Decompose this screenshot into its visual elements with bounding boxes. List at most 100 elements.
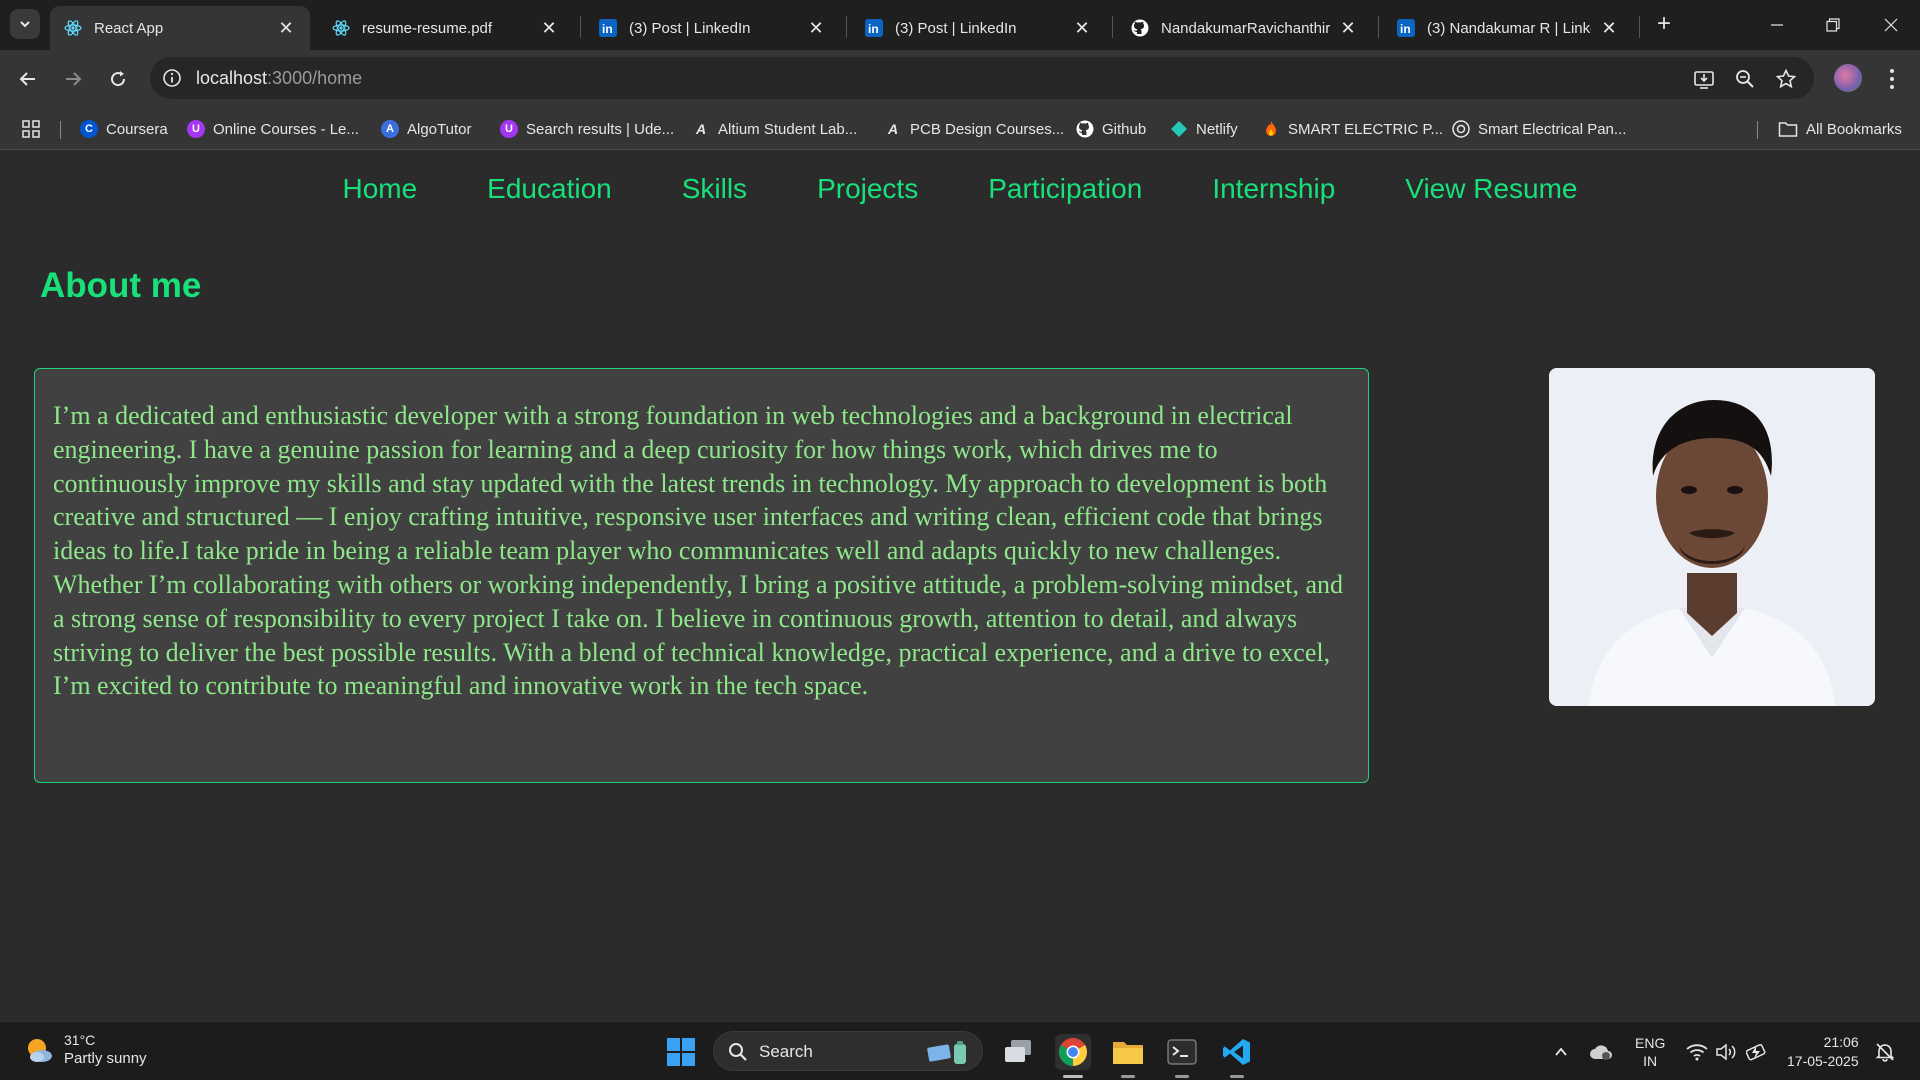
bookmarks-bar: C Coursera U Online Courses - Le... A Al… bbox=[0, 108, 1920, 150]
new-tab-button[interactable]: + bbox=[1652, 12, 1676, 36]
bookmark-algotutor[interactable]: A AlgoTutor bbox=[381, 116, 471, 142]
tab-close-icon[interactable]: ✕ bbox=[1599, 18, 1619, 38]
address-bar[interactable]: localhost:3000/home bbox=[150, 57, 1814, 99]
tab-search-button[interactable] bbox=[10, 9, 40, 39]
bookmark-label: Github bbox=[1102, 120, 1147, 138]
weather-temperature: 31°C bbox=[64, 1032, 96, 1048]
task-view-icon[interactable] bbox=[1000, 1034, 1036, 1070]
tab-react-app[interactable]: React App ✕ bbox=[50, 6, 310, 50]
bookmark-pcb-design[interactable]: A PCB Design Courses... bbox=[884, 116, 1064, 142]
bookmark-github[interactable]: Github bbox=[1076, 116, 1146, 142]
bookmarks-divider bbox=[1757, 121, 1758, 139]
profile-photo bbox=[1549, 368, 1875, 706]
tab-title: (3) Post | LinkedIn bbox=[629, 19, 751, 37]
tab-close-icon[interactable]: ✕ bbox=[1338, 18, 1358, 38]
reload-button[interactable] bbox=[103, 64, 133, 94]
nav-internship-link[interactable]: Internship bbox=[1212, 173, 1335, 205]
url-path: :3000/home bbox=[267, 68, 363, 88]
tab-title: React App bbox=[94, 19, 164, 37]
minimize-icon[interactable] bbox=[1762, 10, 1792, 40]
clock-date: 17-05-2025 bbox=[1787, 1052, 1859, 1069]
zoom-icon[interactable] bbox=[1733, 67, 1757, 91]
bookmark-coursera[interactable]: C Coursera bbox=[80, 116, 168, 142]
bookmark-label: Altium Student Lab... bbox=[718, 120, 858, 138]
search-highlight-icon bbox=[927, 1041, 966, 1064]
about-paragraph: I’m a dedicated and enthusiastic develop… bbox=[53, 401, 1344, 701]
bookmark-smart-electrical-panel[interactable]: Smart Electrical Pan... bbox=[1452, 116, 1626, 142]
browser-menu-icon[interactable] bbox=[1880, 64, 1904, 94]
bookmark-altium-lab[interactable]: A Altium Student Lab... bbox=[692, 116, 857, 142]
notification-bell-icon[interactable] bbox=[1875, 1022, 1895, 1080]
bookmark-label: AlgoTutor bbox=[407, 120, 472, 138]
tab-close-icon[interactable]: ✕ bbox=[539, 18, 559, 38]
react-icon bbox=[64, 19, 82, 37]
bookmark-online-courses[interactable]: U Online Courses - Le... bbox=[187, 116, 359, 142]
chrome-taskbar-icon[interactable] bbox=[1055, 1034, 1091, 1078]
onedrive-cloud-icon[interactable] bbox=[1589, 1022, 1613, 1080]
chatgpt-icon bbox=[1452, 120, 1470, 138]
all-bookmarks-label: All Bookmarks bbox=[1806, 120, 1902, 138]
file-explorer-icon[interactable] bbox=[1110, 1034, 1146, 1078]
flame-icon bbox=[1262, 120, 1280, 138]
bookmark-netlify[interactable]: Netlify bbox=[1170, 116, 1238, 142]
tab-title: (3) Post | LinkedIn bbox=[895, 19, 1017, 37]
about-heading: About me bbox=[40, 266, 202, 305]
nav-home-link[interactable]: Home bbox=[342, 173, 417, 205]
running-indicator bbox=[1063, 1075, 1083, 1078]
tab-close-icon[interactable]: ✕ bbox=[806, 18, 826, 38]
bookmark-star-icon[interactable] bbox=[1774, 67, 1798, 91]
nav-projects-link[interactable]: Projects bbox=[817, 173, 918, 205]
language-region: IN bbox=[1643, 1052, 1658, 1069]
tab-resume-pdf[interactable]: resume-resume.pdf ✕ bbox=[318, 6, 573, 50]
show-hidden-icons-chevron-icon[interactable] bbox=[1553, 1022, 1569, 1080]
partly-sunny-icon bbox=[24, 1035, 54, 1065]
tab-close-icon[interactable]: ✕ bbox=[276, 18, 296, 38]
tab-github[interactable]: NandakumarRavichanthiran ✕ bbox=[1117, 6, 1372, 50]
url-text[interactable]: localhost:3000/home bbox=[196, 68, 362, 89]
bookmark-smart-electric[interactable]: SMART ELECTRIC P... bbox=[1262, 116, 1443, 142]
close-window-icon[interactable] bbox=[1876, 10, 1906, 40]
linkedin-icon: in bbox=[599, 19, 617, 37]
taskbar-search[interactable]: Search bbox=[713, 1031, 983, 1071]
tab-linkedin-post-1[interactable]: in (3) Post | LinkedIn ✕ bbox=[585, 6, 840, 50]
wifi-icon[interactable] bbox=[1686, 1022, 1708, 1080]
react-icon bbox=[332, 19, 350, 37]
tab-title: resume-resume.pdf bbox=[362, 19, 493, 37]
bookmark-label: Netlify bbox=[1196, 120, 1238, 138]
taskbar-search-label: Search bbox=[759, 1042, 813, 1061]
vscode-icon[interactable] bbox=[1219, 1034, 1255, 1078]
all-bookmarks-button[interactable]: All Bookmarks bbox=[1778, 116, 1902, 142]
restore-icon[interactable] bbox=[1818, 10, 1848, 40]
bookmark-udemy-search[interactable]: U Search results | Ude... bbox=[500, 116, 674, 142]
running-indicator bbox=[1121, 1075, 1135, 1078]
weather-widget[interactable]: 31°C Partly sunny bbox=[24, 1032, 147, 1068]
tab-separator bbox=[1378, 16, 1379, 38]
back-button[interactable] bbox=[13, 64, 43, 94]
tab-close-icon[interactable]: ✕ bbox=[1072, 18, 1092, 38]
about-card: I’m a dedicated and enthusiastic develop… bbox=[34, 368, 1369, 783]
tab-linkedin-profile[interactable]: in (3) Nandakumar R | LinkedIn ✕ bbox=[1383, 6, 1633, 50]
windows-taskbar: 31°C Partly sunny Search ENG IN 21:06 17… bbox=[0, 1021, 1920, 1080]
nav-view-resume-link[interactable]: View Resume bbox=[1405, 173, 1577, 205]
volume-icon[interactable] bbox=[1716, 1022, 1738, 1080]
nav-participation-link[interactable]: Participation bbox=[988, 173, 1142, 205]
nav-skills-link[interactable]: Skills bbox=[682, 173, 747, 205]
battery-charging-icon[interactable] bbox=[1746, 1022, 1768, 1080]
tab-linkedin-post-2[interactable]: in (3) Post | LinkedIn ✕ bbox=[851, 6, 1106, 50]
clock[interactable]: 21:06 17-05-2025 bbox=[1787, 1022, 1859, 1080]
svg-text:in: in bbox=[602, 22, 613, 36]
profile-avatar[interactable] bbox=[1834, 64, 1862, 92]
tab-separator bbox=[580, 16, 581, 38]
windows-start-icon[interactable] bbox=[663, 1034, 699, 1070]
install-app-icon[interactable] bbox=[1692, 67, 1716, 91]
forward-button[interactable] bbox=[58, 64, 88, 94]
site-info-icon[interactable] bbox=[162, 68, 182, 88]
input-language-indicator[interactable]: ENG IN bbox=[1635, 1022, 1665, 1080]
svg-text:in: in bbox=[1400, 22, 1411, 36]
nav-education-link[interactable]: Education bbox=[487, 173, 612, 205]
netlify-icon bbox=[1170, 120, 1188, 138]
browser-toolbar: localhost:3000/home bbox=[0, 50, 1920, 108]
url-host: localhost bbox=[196, 68, 268, 88]
terminal-icon[interactable] bbox=[1164, 1034, 1200, 1078]
apps-grid-icon[interactable] bbox=[22, 116, 40, 142]
